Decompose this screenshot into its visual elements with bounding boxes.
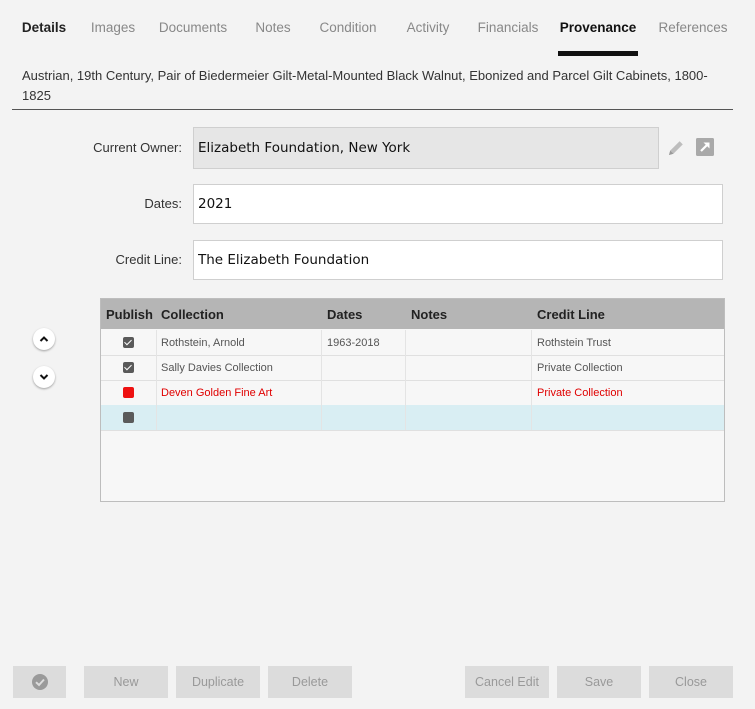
collection-cell[interactable]: Sally Davies Collection [156, 355, 322, 380]
table-row[interactable]: Sally Davies Collection Private Collecti… [101, 355, 724, 381]
dates-cell[interactable] [322, 355, 406, 380]
publish-checkbox[interactable] [123, 362, 134, 373]
move-up-button[interactable] [33, 328, 55, 350]
publish-checkbox[interactable] [123, 387, 134, 398]
dates-label: Dates: [144, 196, 182, 211]
dates-cell[interactable] [322, 405, 406, 430]
tab-references[interactable]: References [656, 0, 730, 56]
notes-cell[interactable] [406, 405, 532, 430]
duplicate-button[interactable]: Duplicate [176, 666, 260, 698]
publish-cell[interactable] [101, 330, 157, 355]
column-header-credit-line[interactable]: Credit Line [532, 299, 724, 329]
credit-line-field[interactable] [193, 240, 723, 280]
publish-cell[interactable] [101, 355, 157, 380]
publish-checkbox[interactable] [123, 412, 134, 423]
credit-line-label: Credit Line: [115, 252, 182, 267]
dates-field[interactable] [193, 184, 723, 224]
column-header-publish[interactable]: Publish [101, 299, 157, 329]
table-row-new[interactable] [101, 405, 724, 431]
grid-header: Publish Collection Dates Notes Credit Li… [101, 299, 724, 329]
column-header-collection[interactable]: Collection [156, 299, 322, 329]
tab-financials[interactable]: Financials [474, 0, 542, 56]
current-owner-label: Current Owner: [93, 140, 182, 155]
close-button[interactable]: Close [649, 666, 733, 698]
chevron-down-icon [39, 374, 49, 380]
tab-notes[interactable]: Notes [248, 0, 298, 56]
table-row[interactable]: Deven Golden Fine Art Private Collection [101, 380, 724, 406]
dates-cell[interactable] [322, 380, 406, 405]
checkmark-circle-icon [31, 674, 48, 690]
credit-line-cell[interactable]: Rothstein Trust [532, 330, 724, 355]
tab-condition[interactable]: Condition [314, 0, 382, 56]
collection-cell[interactable]: Deven Golden Fine Art [156, 380, 322, 405]
chevron-up-icon [39, 336, 49, 342]
provenance-grid: Publish Collection Dates Notes Credit Li… [100, 298, 725, 502]
tab-bar: Details Images Documents Notes Condition… [0, 0, 755, 56]
collection-cell[interactable] [156, 405, 322, 430]
tab-images[interactable]: Images [84, 0, 142, 56]
notes-cell[interactable] [406, 330, 532, 355]
credit-line-cell[interactable] [532, 405, 724, 430]
object-title: Austrian, 19th Century, Pair of Biederme… [22, 68, 708, 103]
move-down-button[interactable] [33, 366, 55, 388]
current-owner-field[interactable]: Elizabeth Foundation, New York [193, 127, 659, 169]
column-header-notes[interactable]: Notes [406, 299, 532, 329]
tab-provenance[interactable]: Provenance [558, 0, 638, 56]
confirm-button[interactable] [13, 666, 66, 698]
pencil-icon[interactable] [666, 138, 686, 158]
tab-details[interactable]: Details [14, 0, 74, 56]
tab-activity[interactable]: Activity [400, 0, 456, 56]
dates-cell[interactable]: 1963-2018 [322, 330, 406, 355]
delete-button[interactable]: Delete [268, 666, 352, 698]
cancel-edit-button[interactable]: Cancel Edit [465, 666, 549, 698]
table-row[interactable]: Rothstein, Arnold 1963-2018 Rothstein Tr… [101, 330, 724, 356]
credit-line-cell[interactable]: Private Collection [532, 380, 724, 405]
publish-checkbox[interactable] [123, 337, 134, 348]
save-button[interactable]: Save [557, 666, 641, 698]
open-external-icon[interactable] [695, 137, 715, 157]
tab-selected-indicator [558, 51, 638, 56]
notes-cell[interactable] [406, 355, 532, 380]
new-button[interactable]: New [84, 666, 168, 698]
column-header-dates[interactable]: Dates [322, 299, 406, 329]
tab-documents[interactable]: Documents [154, 0, 232, 56]
publish-cell[interactable] [101, 380, 157, 405]
credit-line-cell[interactable]: Private Collection [532, 355, 724, 380]
publish-cell[interactable] [101, 405, 157, 430]
collection-cell[interactable]: Rothstein, Arnold [156, 330, 322, 355]
title-divider [12, 109, 733, 110]
notes-cell[interactable] [406, 380, 532, 405]
